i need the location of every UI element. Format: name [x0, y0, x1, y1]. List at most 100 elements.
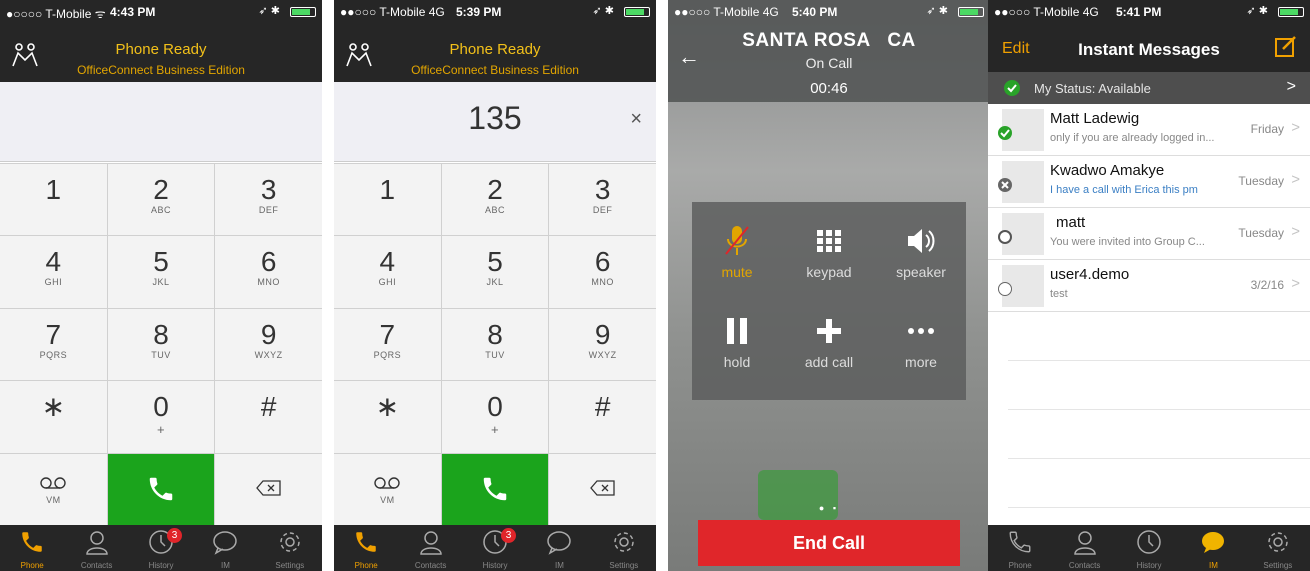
- chat-bubble-icon: [1202, 532, 1225, 553]
- battery-icon: [290, 7, 316, 17]
- add-call-button[interactable]: add call: [784, 314, 874, 370]
- key-star[interactable]: ∗: [0, 381, 107, 453]
- key-3[interactable]: 3 DEF: [549, 164, 656, 236]
- tab-im[interactable]: IM: [527, 525, 591, 571]
- message-date: Tuesday: [1238, 226, 1284, 240]
- call-controls-panel: mute keypad speaker hold add call more: [692, 202, 966, 400]
- available-check-icon: [1004, 80, 1020, 96]
- dial-keypad: 1 2 ABC 3 DEF 4 GHI 5 JKL 6 MNO 7 PQRS 8 TUV 9W…: [0, 163, 322, 525]
- carrier-label: ●●○○○ T-Mobile 4G: [674, 5, 779, 19]
- conversation-row[interactable]: matt You were invited into Group C... Tu…: [988, 208, 1310, 260]
- gear-icon: [280, 532, 300, 552]
- key-4[interactable]: 4 GHI: [0, 236, 107, 308]
- clock-icon: [1137, 530, 1161, 554]
- key-7[interactable]: 7 PQRS: [0, 308, 107, 381]
- voicemail-button[interactable]: VM: [334, 453, 441, 525]
- key-2[interactable]: 2 ABC: [107, 164, 215, 236]
- conversation-row[interactable]: Matt Ladewig only if you are already log…: [988, 104, 1310, 156]
- message-date: 3/2/16: [1250, 278, 1284, 292]
- tab-contacts[interactable]: Contacts: [64, 525, 128, 571]
- empty-row: [1008, 410, 1310, 459]
- instant-messages-screen: ●●○○○ T-Mobile 4G 5:41 PM ➶ ✱ Edit Insta…: [988, 0, 1310, 571]
- key-1[interactable]: 1: [334, 164, 441, 236]
- call-button[interactable]: [441, 453, 549, 525]
- chat-bubble-icon: [547, 531, 572, 555]
- key-9[interactable]: 9 WXYZ: [215, 308, 322, 381]
- keypad-button[interactable]: keypad: [784, 224, 874, 280]
- key-6[interactable]: 6 MNO: [215, 236, 322, 308]
- dial-keypad: 1 2 ABC 3 DEF 4 GHI 5 JKL 6 MNO 7 PQRS 8 TUV 9W…: [334, 163, 656, 525]
- contacts-icon: [85, 531, 108, 555]
- voicemail-icon: [374, 476, 401, 489]
- tab-settings[interactable]: Settings: [258, 525, 322, 571]
- speaker-button[interactable]: speaker: [876, 224, 966, 280]
- voicemail-button[interactable]: VM: [0, 453, 107, 525]
- message-date: Tuesday: [1238, 174, 1284, 188]
- key-1[interactable]: 1: [0, 164, 107, 236]
- key-5[interactable]: 5 JKL: [441, 236, 549, 308]
- app-header: ●○○○○ T-Mobile ᯤ 4:43 PM ➶ ✱ Phone Ready…: [0, 0, 322, 82]
- key-2[interactable]: 2 ABC: [441, 164, 549, 236]
- key-star[interactable]: ∗: [334, 381, 441, 453]
- key-6[interactable]: 6 MNO: [549, 236, 656, 308]
- tab-phone[interactable]: Phone: [334, 525, 398, 571]
- clock: 4:43 PM: [110, 5, 156, 19]
- backspace-button[interactable]: [215, 453, 322, 525]
- key-7[interactable]: 7 PQRS: [334, 308, 441, 381]
- tab-history[interactable]: 3 History: [129, 525, 193, 571]
- empty-row: [1008, 459, 1310, 508]
- key-0[interactable]: 0 +: [107, 381, 215, 453]
- voicemail-label: VM: [380, 494, 395, 505]
- key-4[interactable]: 4 GHI: [334, 236, 441, 308]
- edition-subtitle: OfficeConnect Business Edition: [77, 63, 245, 77]
- key-3[interactable]: 3 DEF: [215, 164, 322, 236]
- history-badge: 3: [167, 528, 183, 543]
- battery-icon: [624, 7, 650, 17]
- im-header: ●●○○○ T-Mobile 4G 5:41 PM ➶ ✱ Edit Insta…: [988, 0, 1310, 72]
- tab-im[interactable]: IM: [193, 525, 257, 571]
- key-8[interactable]: 8 TUV: [441, 308, 549, 381]
- history-badge: 3: [501, 528, 517, 543]
- end-call-button[interactable]: End Call: [698, 520, 960, 566]
- tab-settings[interactable]: Settings: [592, 525, 656, 571]
- gear-icon: [614, 532, 634, 552]
- key-5[interactable]: 5 JKL: [107, 236, 215, 308]
- my-status-row[interactable]: My Status: Available >: [988, 72, 1310, 104]
- keypad-icon: [817, 230, 841, 252]
- tab-history[interactable]: History: [1117, 525, 1181, 571]
- contact-name: Matt Ladewig: [1050, 110, 1140, 127]
- tab-contacts[interactable]: Contacts: [398, 525, 462, 571]
- tab-phone[interactable]: Phone: [0, 525, 64, 571]
- on-call-screen: ●●○○○ T-Mobile 4G 5:40 PM ➶ ✱ ← SANTA RO…: [668, 0, 990, 571]
- hold-button[interactable]: hold: [692, 314, 782, 370]
- tab-settings[interactable]: Settings: [1246, 525, 1310, 571]
- call-button[interactable]: [107, 453, 215, 525]
- more-button[interactable]: more: [876, 314, 966, 370]
- gear-icon: [1268, 532, 1288, 552]
- chevron-right-icon: >: [1291, 223, 1300, 240]
- conversation-row[interactable]: user4.demo test 3/2/16 >: [988, 260, 1310, 312]
- contact-name: matt: [1056, 214, 1086, 231]
- key-0[interactable]: 0 +: [441, 381, 549, 453]
- tab-im[interactable]: IM: [1181, 525, 1245, 571]
- presence-unknown-icon: [998, 282, 1012, 296]
- key-hash[interactable]: #: [215, 381, 322, 453]
- voicemail-label: VM: [46, 494, 61, 505]
- compose-icon[interactable]: [1274, 34, 1298, 58]
- mute-button[interactable]: mute: [692, 224, 782, 280]
- tab-contacts[interactable]: Contacts: [1052, 525, 1116, 571]
- conversation-row[interactable]: Kwadwo Amakye I have a call with Erica t…: [988, 156, 1310, 208]
- backspace-button[interactable]: [549, 453, 656, 525]
- chevron-right-icon: >: [1291, 275, 1300, 292]
- key-9[interactable]: 9 WXYZ: [549, 308, 656, 381]
- tab-phone[interactable]: Phone: [988, 525, 1052, 571]
- tab-history[interactable]: 3 History: [463, 525, 527, 571]
- clear-number-button[interactable]: ×: [630, 108, 642, 131]
- key-hash[interactable]: #: [549, 381, 656, 453]
- backspace-icon: [589, 479, 615, 496]
- tab-bar: Phone Contacts 3 History IM Settings: [0, 525, 322, 571]
- message-date: Friday: [1250, 122, 1284, 136]
- key-8[interactable]: 8 TUV: [107, 308, 215, 381]
- empty-row: [1008, 361, 1310, 410]
- contact-name: user4.demo: [1050, 266, 1130, 283]
